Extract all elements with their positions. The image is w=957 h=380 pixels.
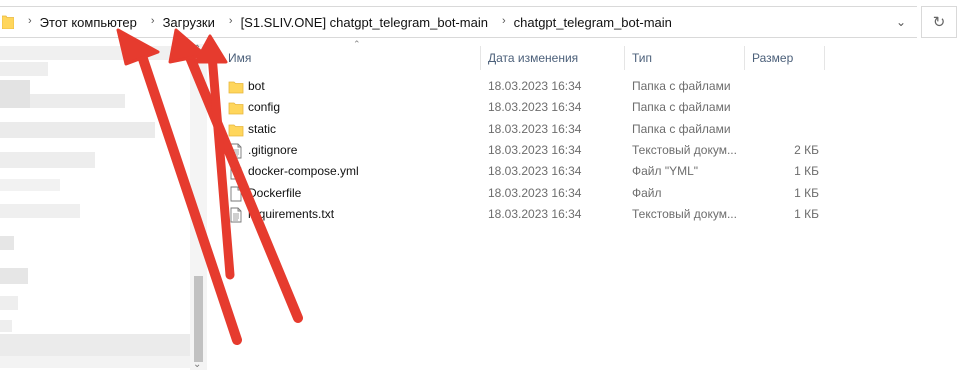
file-row[interactable]: Dockerfile 18.03.2023 16:34 Файл 1 КБ (210, 183, 957, 204)
file-type: Папка с файлами (632, 121, 731, 136)
file-icon (228, 164, 244, 180)
nav-blur (0, 268, 28, 284)
column-header-size[interactable]: Размер (752, 44, 793, 72)
file-name: static (248, 121, 277, 136)
sort-ascending-icon: ⌃ (353, 39, 361, 49)
file-row[interactable]: bot 18.03.2023 16:34 Папка с файлами (210, 76, 957, 97)
folder-icon (228, 79, 244, 95)
nav-blur (0, 356, 190, 368)
nav-blur (0, 320, 12, 332)
file-size: 1 КБ (794, 164, 819, 179)
text-file-icon (228, 143, 244, 159)
file-size (750, 76, 819, 97)
file-size: 1 КБ (794, 206, 819, 221)
nav-blur (0, 80, 30, 108)
nav-scrollbar[interactable]: ⌃ ⌄ (190, 44, 207, 370)
file-row[interactable]: config 18.03.2023 16:34 Папка с файлами (210, 97, 957, 118)
breadcrumb-current-folder[interactable]: chatgpt_telegram_bot-main (514, 15, 672, 30)
chevron-right-icon: › (150, 15, 155, 27)
file-size (750, 97, 819, 118)
nav-blur (30, 94, 125, 108)
column-header-type[interactable]: Тип (632, 44, 652, 72)
scrollbar-thumb[interactable] (194, 276, 203, 362)
chevron-right-icon: › (501, 15, 506, 27)
file-name: .gitignore (248, 142, 298, 157)
chevron-down-icon: ⌄ (895, 15, 907, 29)
column-divider[interactable] (480, 46, 481, 70)
file-name: requirements.txt (248, 206, 335, 221)
file-list[interactable]: ⌃ Имя Дата изменения Тип Размер bot 18.03… (210, 39, 957, 380)
file-type: Файл "YML" (632, 164, 699, 179)
scroll-up-icon[interactable]: ⌃ (193, 44, 201, 55)
file-type: Текстовый докум... (632, 142, 737, 157)
file-row[interactable]: docker-compose.yml 18.03.2023 16:34 Файл "… (210, 161, 957, 182)
file-size: 2 КБ (794, 142, 819, 157)
nav-blur (0, 334, 190, 356)
nav-blur (0, 179, 60, 191)
address-bar[interactable]: › Этот компьютер › Загрузки › [S1.SLIV.O… (0, 6, 917, 38)
file-icon (228, 186, 244, 202)
file-type: Текстовый докум... (632, 206, 737, 221)
file-row[interactable]: .gitignore 18.03.2023 16:34 Текстовый доку… (210, 140, 957, 161)
file-date: 18.03.2023 16:34 (488, 79, 582, 93)
file-date: 18.03.2023 16:34 (488, 100, 582, 115)
file-name: docker-compose.yml (248, 164, 359, 179)
file-date: 18.03.2023 16:34 (488, 206, 582, 221)
chevron-right-icon: › (228, 15, 233, 27)
file-name: Dockerfile (248, 185, 302, 200)
file-name: bot (248, 79, 265, 93)
breadcrumb-archive-folder[interactable]: [S1.SLIV.ONE] chatgpt_telegram_bot-main (241, 15, 488, 30)
file-row[interactable]: requirements.txt 18.03.2023 16:34 Текстовы… (210, 204, 957, 225)
file-type: Папка с файлами (632, 100, 731, 115)
nav-blur (0, 152, 95, 168)
scroll-down-icon[interactable]: ⌄ (193, 359, 201, 370)
refresh-button[interactable]: ↻ (921, 6, 957, 38)
nav-blur (0, 46, 190, 60)
breadcrumb-this-pc[interactable]: Этот компьютер (40, 15, 137, 30)
folder-icon (228, 100, 244, 116)
breadcrumb-downloads[interactable]: Загрузки (163, 15, 215, 30)
column-header-date[interactable]: Дата изменения (488, 44, 578, 72)
refresh-icon: ↻ (932, 14, 946, 31)
file-date: 18.03.2023 16:34 (488, 142, 582, 157)
file-size: 1 КБ (794, 185, 819, 200)
text-file-icon (228, 207, 244, 223)
nav-blur (0, 296, 18, 310)
column-divider[interactable] (744, 46, 745, 70)
nav-blur (0, 236, 14, 250)
column-headers: ⌃ Имя Дата изменения Тип Размер (210, 39, 957, 72)
file-type: Папка с файлами (632, 79, 731, 93)
file-date: 18.03.2023 16:34 (488, 185, 582, 200)
file-name: config (248, 100, 281, 115)
nav-blur (0, 62, 48, 76)
nav-blur (0, 204, 80, 218)
folder-icon (2, 15, 14, 29)
file-date: 18.03.2023 16:34 (488, 164, 582, 179)
column-divider[interactable] (824, 46, 825, 70)
folder-icon (228, 122, 244, 138)
file-row[interactable]: static 18.03.2023 16:34 Папка с файлами (210, 119, 957, 140)
column-header-name[interactable]: Имя (228, 44, 251, 72)
column-divider[interactable] (624, 46, 625, 70)
navigation-pane[interactable] (0, 44, 207, 380)
address-dropdown-button[interactable]: ⌄ (885, 7, 917, 37)
file-size (750, 119, 819, 140)
chevron-right-icon: › (28, 15, 32, 27)
file-date: 18.03.2023 16:34 (488, 121, 582, 136)
nav-blur (0, 122, 155, 138)
file-type: Файл (632, 185, 662, 200)
